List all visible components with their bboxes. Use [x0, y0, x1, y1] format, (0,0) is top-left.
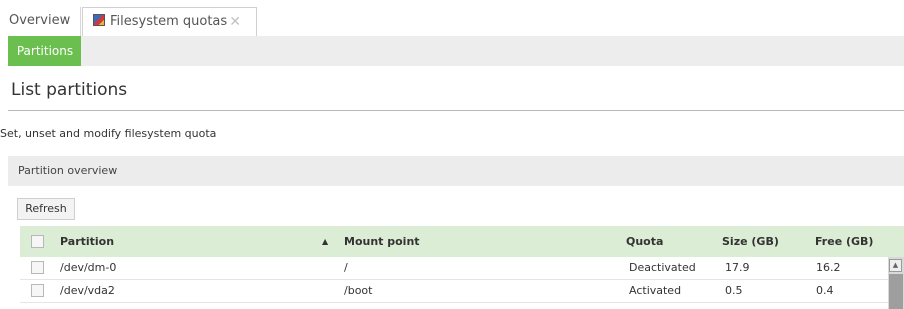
page-title: List partitions: [11, 80, 128, 100]
panel-title: Partition overview: [18, 164, 118, 177]
table-row[interactable]: /dev/vda2 /boot Activated 0.5 0.4: [20, 280, 890, 303]
sub-navigation: Partitions: [8, 36, 904, 66]
tab-filesystem-quotas-label: Filesystem quotas: [110, 14, 228, 29]
cell-mount-point: /: [344, 261, 348, 274]
tab-filesystem-quotas[interactable]: Filesystem quotas ✕: [82, 7, 257, 37]
scrollbar-thumb[interactable]: [889, 274, 903, 309]
tab-overview[interactable]: Overview: [8, 7, 81, 36]
column-free[interactable]: Free (GB): [815, 226, 873, 257]
column-partition[interactable]: Partition: [60, 226, 114, 257]
vertical-scrollbar[interactable]: ▲: [888, 257, 904, 309]
row-checkbox[interactable]: [31, 284, 44, 297]
sort-ascending-icon[interactable]: ▲: [322, 226, 328, 257]
cell-partition: /dev/vda2: [60, 284, 115, 297]
title-divider: [8, 110, 904, 111]
select-all-checkbox[interactable]: [31, 235, 44, 248]
cell-size: 17.9: [725, 261, 750, 274]
cell-quota: Activated: [629, 284, 682, 297]
table-row[interactable]: /dev/dm-0 / Deactivated 17.9 16.2: [20, 257, 890, 280]
cell-partition: /dev/dm-0: [60, 261, 117, 274]
column-quota[interactable]: Quota: [626, 226, 663, 257]
scroll-up-icon[interactable]: ▲: [889, 259, 902, 272]
cell-free: 16.2: [816, 261, 841, 274]
panel-header: Partition overview: [8, 156, 904, 186]
cell-mount-point: /boot: [344, 284, 373, 297]
partitions-table: Partition ▲ Mount point Quota Size (GB) …: [20, 226, 904, 309]
column-mount-point[interactable]: Mount point: [344, 226, 420, 257]
tab-bar: Overview Filesystem quotas ✕: [0, 0, 904, 37]
table-header: Partition ▲ Mount point Quota Size (GB) …: [20, 226, 904, 257]
cell-free: 0.4: [816, 284, 834, 297]
row-checkbox[interactable]: [31, 261, 44, 274]
close-icon[interactable]: ✕: [229, 8, 241, 36]
disk-quota-icon: [93, 14, 105, 26]
refresh-button[interactable]: Refresh: [17, 198, 75, 220]
cell-size: 0.5: [725, 284, 743, 297]
tab-overview-label: Overview: [9, 13, 71, 28]
cell-quota: Deactivated: [629, 261, 696, 274]
page-description: Set, unset and modify filesystem quota: [0, 127, 217, 140]
subnav-partitions[interactable]: Partitions: [8, 36, 81, 66]
column-size[interactable]: Size (GB): [722, 226, 779, 257]
